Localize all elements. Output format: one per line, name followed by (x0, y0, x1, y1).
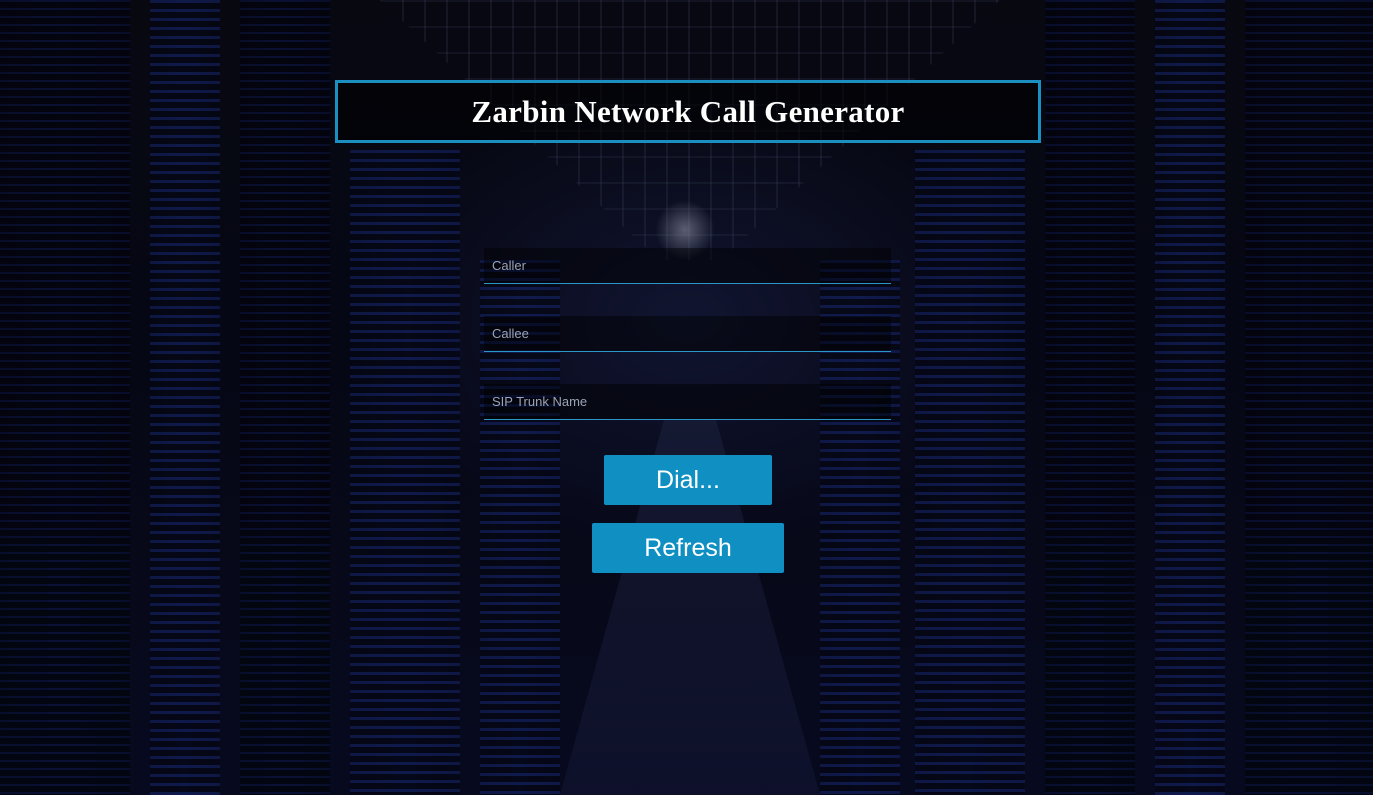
sip-trunk-name-input[interactable] (484, 384, 891, 420)
caller-input[interactable] (484, 248, 891, 284)
page-background: Zarbin Network Call Generator Dial... Re… (0, 0, 1373, 795)
callee-input[interactable] (484, 316, 891, 352)
page-title: Zarbin Network Call Generator (471, 93, 905, 129)
refresh-button[interactable]: Refresh (592, 523, 784, 573)
header-banner: Zarbin Network Call Generator (335, 80, 1041, 143)
dial-button[interactable]: Dial... (604, 455, 772, 505)
